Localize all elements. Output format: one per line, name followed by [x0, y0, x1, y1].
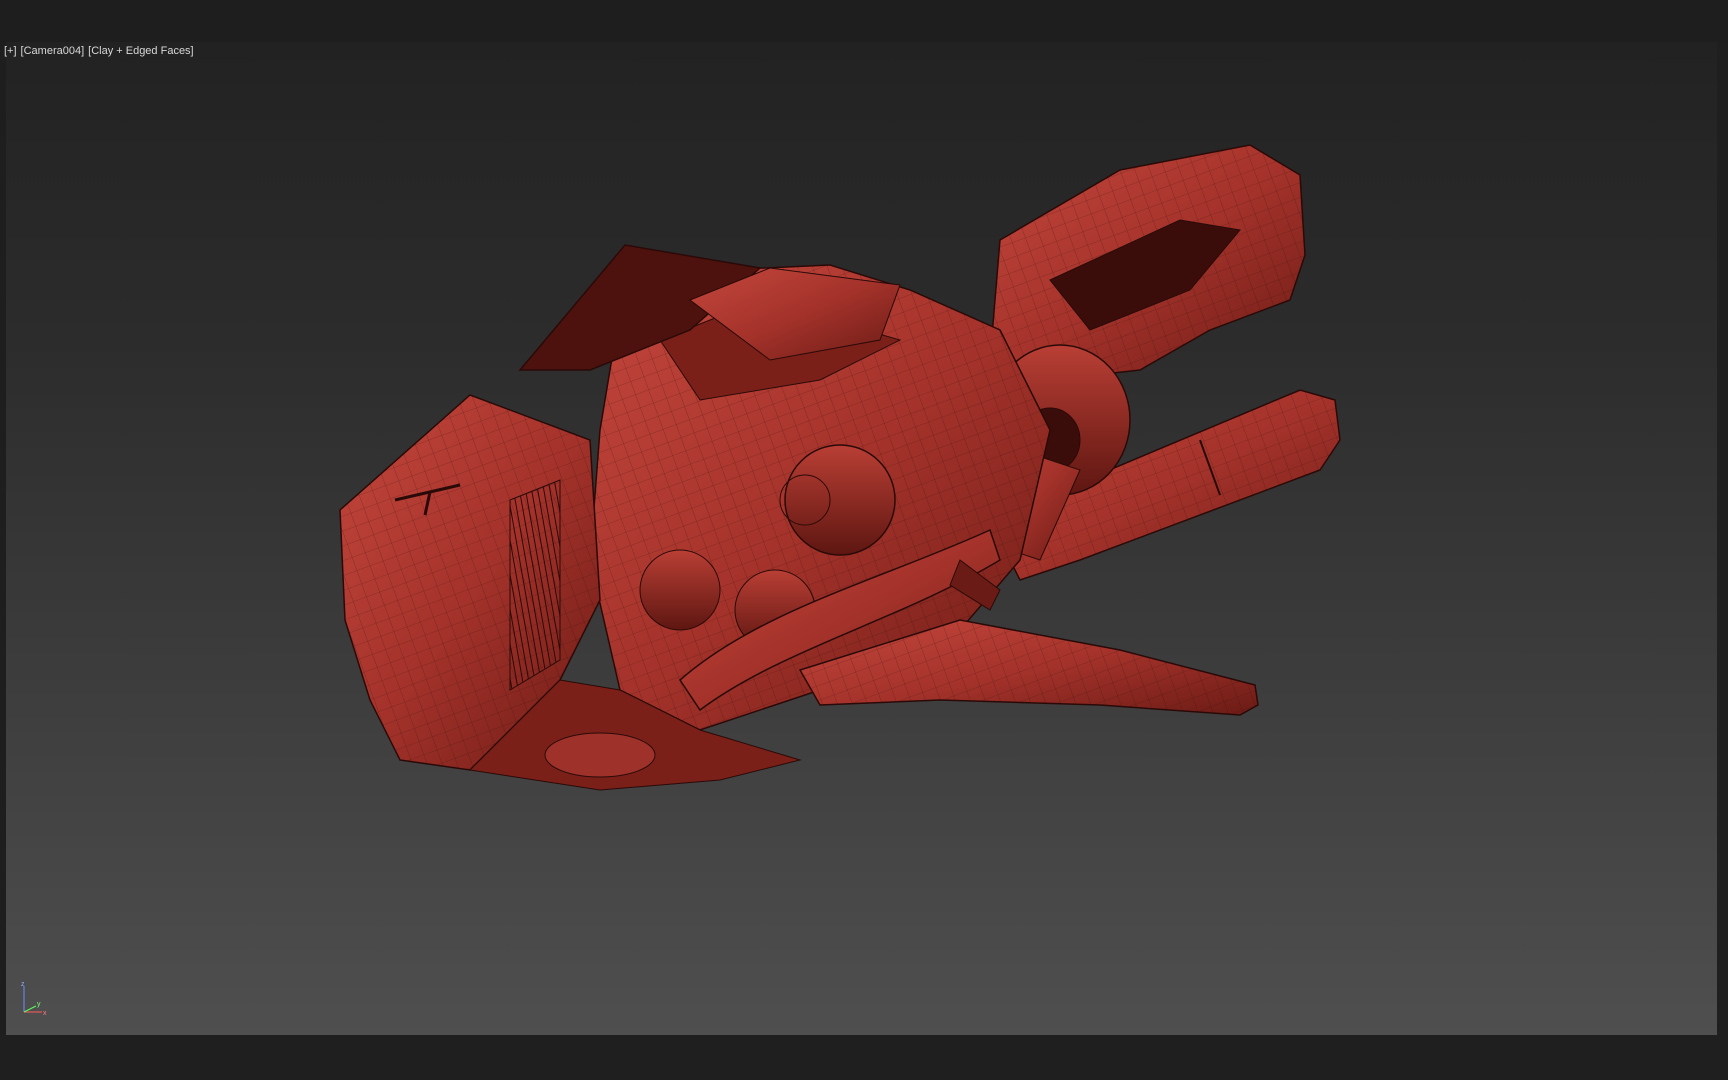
axis-tripod-icon: z x y: [21, 981, 47, 1017]
svg-text:y: y: [37, 1001, 41, 1008]
hover-bike-model[interactable]: [0, 0, 1728, 1080]
upper-tail-arm: [989, 144, 1306, 381]
svg-text:x: x: [43, 1010, 47, 1017]
svg-text:z: z: [21, 981, 25, 988]
